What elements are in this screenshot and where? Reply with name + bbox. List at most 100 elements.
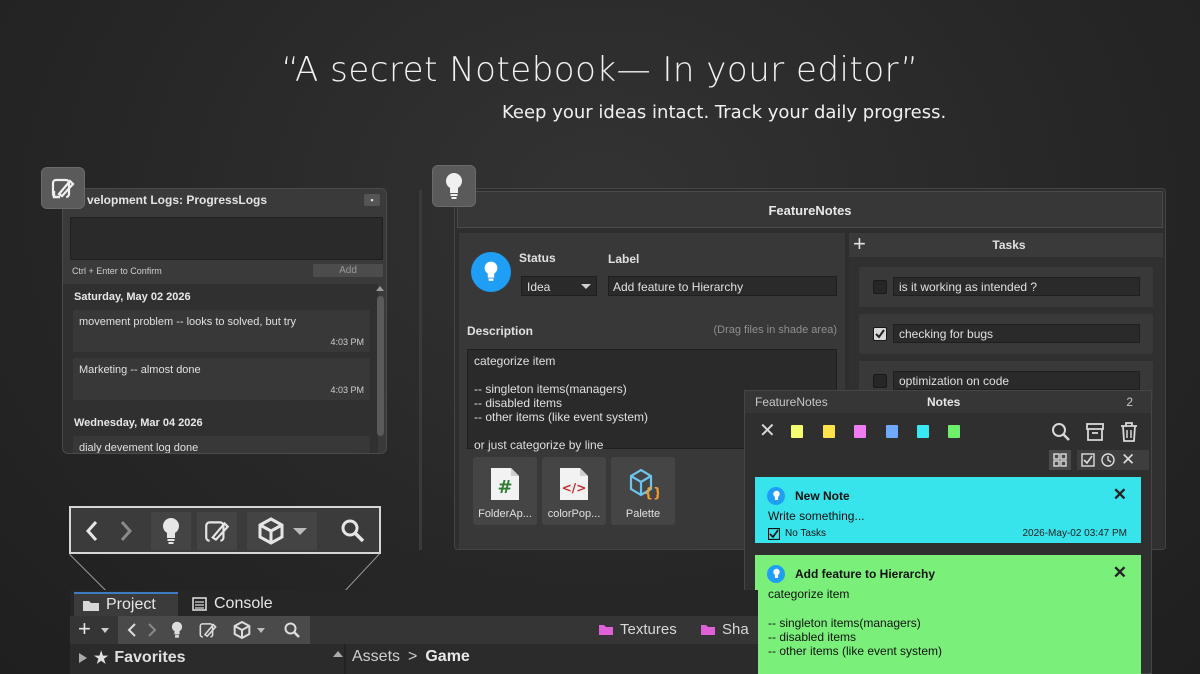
- devlog-title: velopment Logs: ProgressLogs: [87, 193, 268, 207]
- file-tile[interactable]: </> colorPop...: [542, 457, 606, 525]
- sha-folder[interactable]: Sha: [700, 621, 749, 638]
- search-icon[interactable]: [1051, 422, 1071, 447]
- tab-console-label: Console: [214, 595, 273, 612]
- file-tile[interactable]: # FolderAp...: [473, 457, 537, 525]
- color-swatch-green[interactable]: [948, 425, 960, 438]
- log-entry[interactable]: dialy devement log done: [73, 436, 370, 453]
- sha-label: Sha: [722, 621, 749, 638]
- breadcrumb-root[interactable]: Assets: [352, 648, 400, 666]
- archive-icon[interactable]: [1085, 422, 1105, 447]
- color-swatch-blue[interactable]: [886, 425, 898, 438]
- svg-text:{}: {}: [644, 486, 659, 501]
- task-input[interactable]: checking for bugs: [893, 324, 1140, 343]
- tab-console[interactable]: Console: [188, 592, 273, 616]
- pin-icon[interactable]: ▪: [364, 194, 380, 206]
- checkbox-icon: [767, 527, 781, 545]
- grid-view-icon[interactable]: [1049, 450, 1071, 470]
- tab-project[interactable]: Project: [74, 592, 178, 616]
- lightbulb-icon: [767, 487, 785, 505]
- search-icon[interactable]: [284, 622, 300, 638]
- scroll-up-icon[interactable]: [376, 286, 384, 291]
- lightbulb-icon: [471, 252, 511, 292]
- status-select[interactable]: Idea: [521, 276, 597, 296]
- task-checkbox[interactable]: [873, 327, 887, 341]
- color-swatch-yellow-green[interactable]: [791, 425, 803, 438]
- back-arrow-icon[interactable]: [77, 512, 107, 550]
- subheadline: Keep your ideas intact. Track your daily…: [502, 102, 947, 123]
- chevron-down-icon[interactable]: [100, 627, 110, 635]
- log-entry[interactable]: movement problem -- looks to solved, but…: [73, 310, 370, 352]
- package-icon: {}: [629, 468, 659, 501]
- checkbox-filter-icon[interactable]: [1081, 453, 1097, 467]
- favorites-label: Favorites: [114, 649, 186, 666]
- label-input[interactable]: Add feature to Hierarchy: [608, 276, 837, 296]
- note-tasks-label: No Tasks: [785, 528, 826, 539]
- favorites-item[interactable]: ★ Favorites: [78, 648, 185, 668]
- star-icon: ★: [94, 650, 109, 667]
- devlog-hint: Ctrl + Enter to Confirm: [72, 266, 162, 276]
- task-input[interactable]: is it working as intended ?: [893, 277, 1140, 296]
- notes-header: FeatureNotes Notes 2: [745, 391, 1151, 413]
- breadcrumb: Assets > Game: [352, 648, 470, 666]
- clock-icon[interactable]: [1101, 453, 1117, 467]
- add-task-button[interactable]: +: [853, 233, 866, 255]
- notes-source: FeatureNotes: [755, 395, 828, 409]
- breadcrumb-current[interactable]: Game: [425, 648, 469, 666]
- headline: “A secret Notebook— In your editor”: [281, 50, 919, 90]
- scroll-up-icon[interactable]: [332, 650, 344, 658]
- back-arrow-icon[interactable]: [126, 622, 138, 638]
- expand-arrow-icon[interactable]: [78, 652, 88, 664]
- notes-count: 2: [1126, 395, 1133, 409]
- note-card[interactable]: New Note ✕ Write something... No Tasks 2…: [755, 477, 1141, 543]
- file-name: FolderAp...: [478, 508, 532, 520]
- unity-dropdown-icon[interactable]: [232, 620, 252, 640]
- task-checkbox[interactable]: [873, 280, 887, 294]
- lightbulb-icon[interactable]: [151, 512, 191, 550]
- notes-panel: FeatureNotes Notes 2 ✕ ✕ New Note ✕ Writ…: [744, 390, 1152, 674]
- add-button[interactable]: Add: [313, 264, 383, 277]
- note-title: New Note: [795, 489, 850, 503]
- pencil-edit-icon[interactable]: [197, 512, 237, 550]
- log-entry[interactable]: Marketing -- almost done 4:03 PM: [73, 358, 370, 400]
- lightbulb-icon[interactable]: [432, 165, 476, 207]
- lightbulb-icon: [767, 565, 785, 583]
- devlog-window: velopment Logs: ProgressLogs ▪ Ctrl + En…: [62, 188, 387, 454]
- scrollbar[interactable]: [375, 286, 385, 450]
- tasks-title: Tasks: [992, 238, 1026, 252]
- chevron-down-icon[interactable]: [256, 627, 266, 635]
- unity-dropdown-icon[interactable]: [247, 512, 317, 550]
- description-line: -- other items (like event system): [474, 410, 649, 424]
- description-hint: (Drag files in shade area): [713, 324, 837, 336]
- task-checkbox[interactable]: [873, 374, 887, 388]
- project-body: ★ Favorites Assets > Game: [70, 644, 758, 674]
- svg-text:</>: </>: [562, 481, 587, 495]
- folder-icon: [701, 625, 715, 635]
- description-label: Description: [467, 324, 534, 338]
- trash-icon[interactable]: [1119, 421, 1139, 448]
- lightbulb-icon[interactable]: [170, 620, 184, 640]
- task-input[interactable]: optimization on code: [893, 371, 1140, 390]
- devlog-input[interactable]: [70, 217, 383, 260]
- pencil-edit-icon[interactable]: [198, 620, 218, 640]
- search-icon[interactable]: [335, 512, 371, 550]
- create-button[interactable]: +: [78, 618, 91, 640]
- notes-title: Notes: [927, 395, 961, 409]
- file-tile[interactable]: {} Palette: [611, 457, 675, 525]
- log-entry-time: 4:03 PM: [330, 385, 364, 395]
- close-icon[interactable]: ✕: [1113, 563, 1127, 583]
- note-body-line: categorize item: [768, 587, 850, 601]
- clear-filter-icon[interactable]: ✕: [1121, 450, 1135, 470]
- color-swatch-yellow[interactable]: [823, 425, 835, 438]
- close-icon[interactable]: ✕: [759, 421, 776, 441]
- color-swatch-pink[interactable]: [854, 425, 866, 438]
- close-icon[interactable]: ✕: [1113, 485, 1127, 505]
- log-entry-text: Marketing -- almost done: [79, 364, 201, 376]
- forward-arrow-icon[interactable]: [111, 512, 141, 550]
- forward-arrow-icon[interactable]: [146, 622, 158, 638]
- scroll-thumb[interactable]: [377, 296, 384, 436]
- color-swatch-cyan[interactable]: [917, 425, 929, 438]
- pencil-edit-icon[interactable]: [41, 167, 85, 209]
- textures-folder[interactable]: Textures: [598, 621, 677, 638]
- tasks-header: + Tasks: [849, 233, 1163, 257]
- note-card[interactable]: Add feature to Hierarchy ✕ categorize it…: [755, 555, 1141, 674]
